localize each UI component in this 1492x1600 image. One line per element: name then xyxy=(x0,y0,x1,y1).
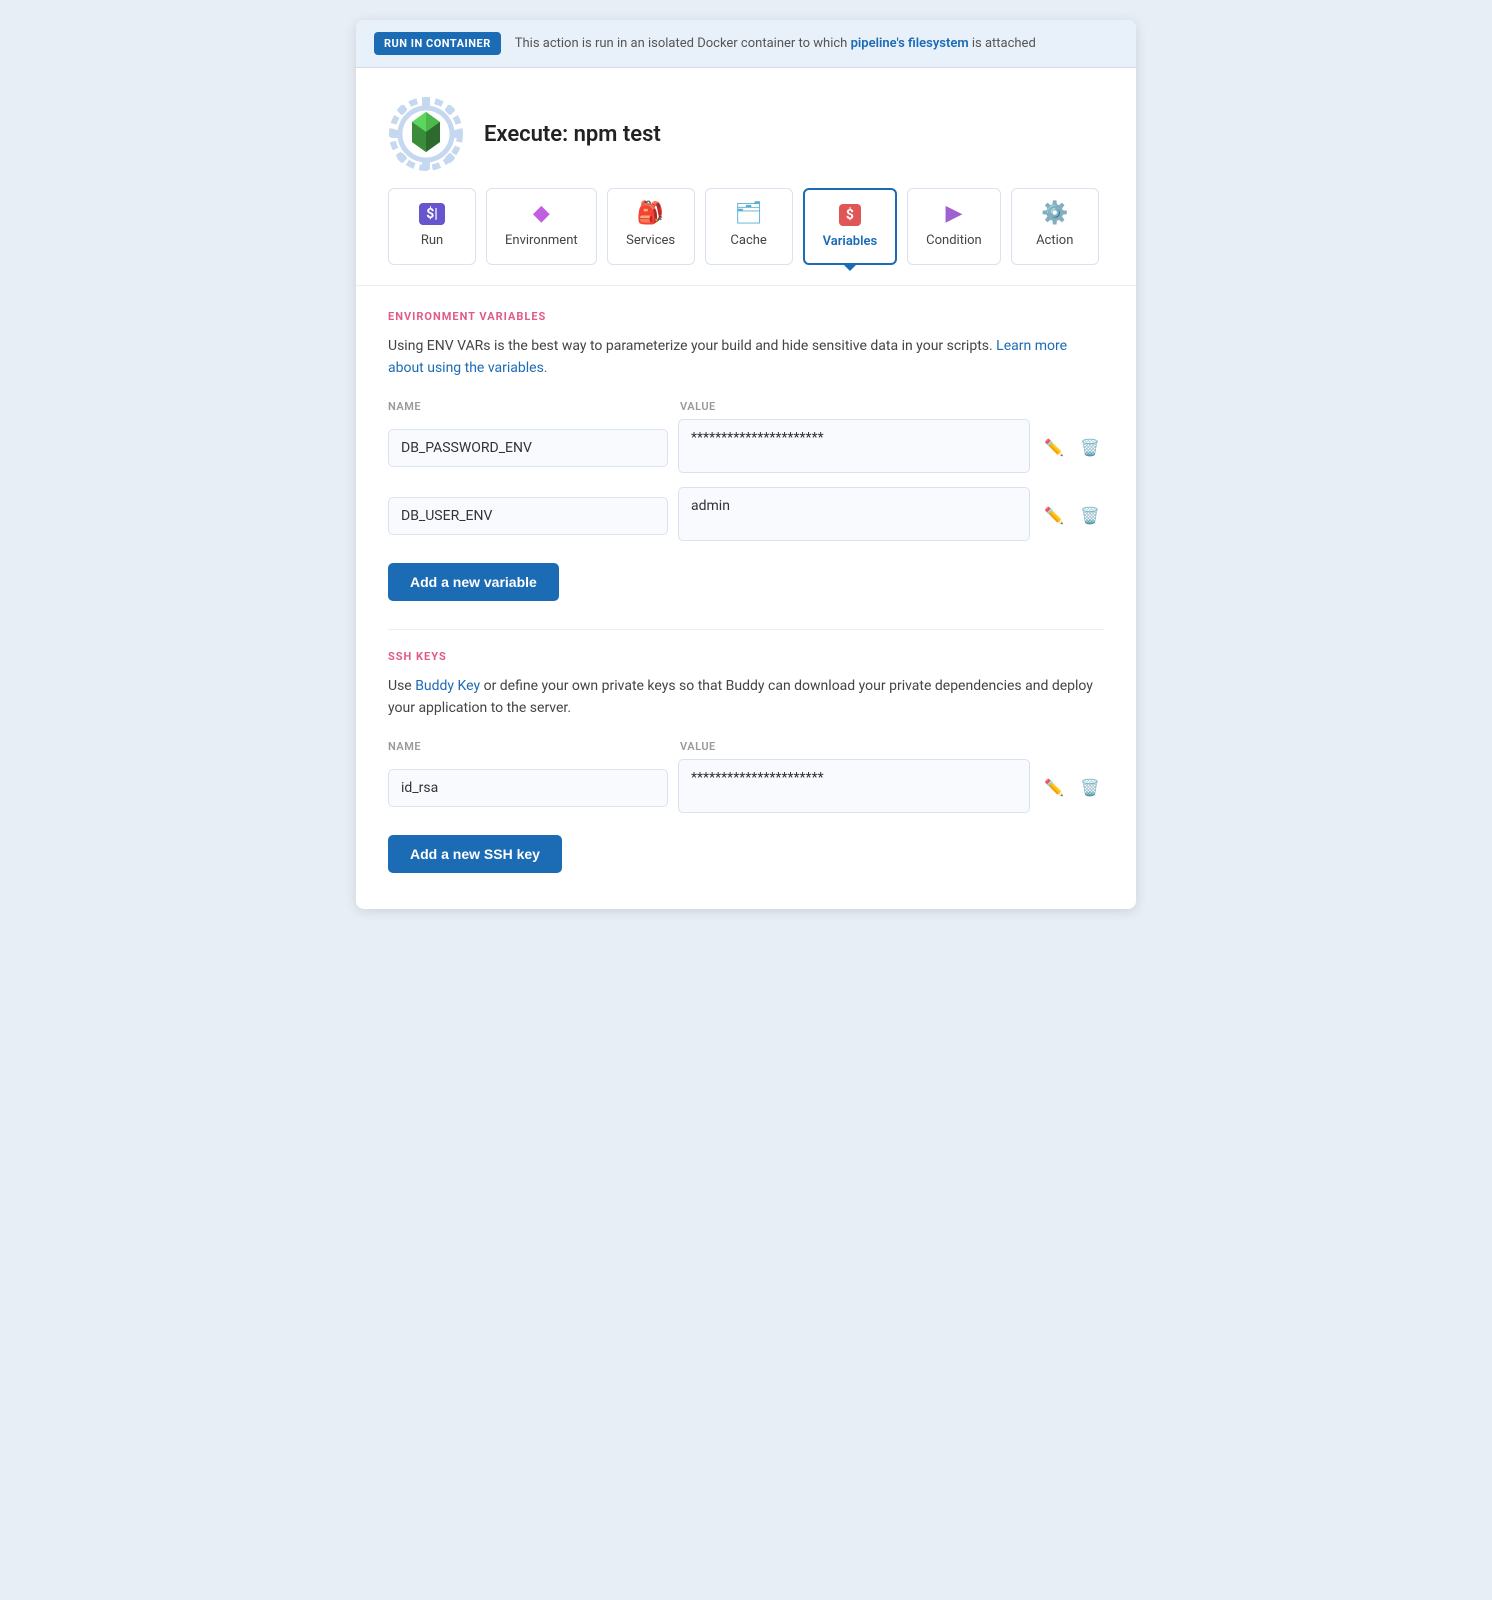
tab-environment-label: Environment xyxy=(505,233,578,248)
env-var-row-2: ✏️ 🗑️ xyxy=(388,487,1104,545)
env-var-name-2[interactable] xyxy=(388,497,668,535)
env-var-value-textarea-2[interactable] xyxy=(678,487,1030,541)
env-var-actions-1: ✏️ 🗑️ xyxy=(1040,436,1104,460)
buddy-key-link[interactable]: Buddy Key xyxy=(415,678,480,694)
tab-bar: $| Run ◆ Environment 🎒 Services 🗂 Cache … xyxy=(356,188,1136,285)
tab-cache-label: Cache xyxy=(730,233,766,248)
services-icon: 🎒 xyxy=(637,203,664,225)
env-var-actions-2: ✏️ 🗑️ xyxy=(1040,504,1104,528)
value-column-header: VALUE xyxy=(680,400,1104,413)
variables-icon: $ xyxy=(839,204,861,226)
ssh-key-value-textarea-1[interactable] xyxy=(678,759,1030,813)
content-area: ENVIRONMENT VARIABLES Using ENV VARs is … xyxy=(356,285,1136,909)
tab-action-label: Action xyxy=(1036,233,1073,248)
ssh-key-delete-button-1[interactable]: 🗑️ xyxy=(1076,776,1104,800)
main-card: RUN IN CONTAINER This action is run in a… xyxy=(356,20,1136,909)
condition-icon: ▶ xyxy=(945,203,962,225)
env-var-name-input-1[interactable] xyxy=(388,429,668,467)
env-vars-description: Using ENV VARs is the best way to parame… xyxy=(388,335,1104,380)
env-vars-header: NAME VALUE xyxy=(388,400,1104,413)
section-divider xyxy=(388,629,1104,630)
ssh-key-actions-1: ✏️ 🗑️ xyxy=(1040,776,1104,800)
card-header: Execute: npm test xyxy=(356,68,1136,188)
env-var-edit-button-1[interactable]: ✏️ xyxy=(1040,436,1068,460)
tab-environment[interactable]: ◆ Environment xyxy=(486,188,597,265)
env-var-row-1: ✏️ 🗑️ xyxy=(388,419,1104,477)
tab-condition[interactable]: ▶ Condition xyxy=(907,188,1001,265)
tab-condition-label: Condition xyxy=(926,233,982,248)
tab-cache[interactable]: 🗂 Cache xyxy=(705,188,793,265)
ssh-key-edit-button-1[interactable]: ✏️ xyxy=(1040,776,1068,800)
action-icon xyxy=(388,96,464,172)
run-in-container-badge: RUN IN CONTAINER xyxy=(374,32,501,55)
env-var-delete-button-1[interactable]: 🗑️ xyxy=(1076,436,1104,460)
run-icon: $| xyxy=(419,203,445,225)
ssh-key-row-1: ✏️ 🗑️ xyxy=(388,759,1104,817)
page-title: Execute: npm test xyxy=(484,122,661,147)
ssh-keys-header: NAME VALUE xyxy=(388,740,1104,753)
banner: RUN IN CONTAINER This action is run in a… xyxy=(356,20,1136,68)
name-column-header: NAME xyxy=(388,400,668,413)
env-var-name-1[interactable] xyxy=(388,429,668,467)
tab-variables[interactable]: $ Variables xyxy=(803,188,898,265)
environment-icon: ◆ xyxy=(533,203,550,225)
add-variable-button[interactable]: Add a new variable xyxy=(388,563,559,601)
pipeline-filesystem-link[interactable]: pipeline's filesystem xyxy=(851,36,969,51)
ssh-value-column-header: VALUE xyxy=(680,740,1104,753)
env-var-value-2[interactable] xyxy=(678,487,1030,545)
ssh-name-column-header: NAME xyxy=(388,740,668,753)
action-tab-icon: ⚙️ xyxy=(1041,203,1068,225)
ssh-key-name-input-1[interactable] xyxy=(388,769,668,807)
banner-description: This action is run in an isolated Docker… xyxy=(515,36,1036,51)
env-var-value-textarea-1[interactable] xyxy=(678,419,1030,473)
tab-action[interactable]: ⚙️ Action xyxy=(1011,188,1099,265)
tab-services-label: Services xyxy=(626,233,675,248)
tab-variables-label: Variables xyxy=(823,234,878,249)
ssh-key-name-1[interactable] xyxy=(388,769,668,807)
cache-icon: 🗂 xyxy=(735,203,763,225)
ssh-keys-section-label: SSH KEYS xyxy=(388,650,1104,663)
ssh-keys-description: Use Buddy Key or define your own private… xyxy=(388,675,1104,720)
env-var-delete-button-2[interactable]: 🗑️ xyxy=(1076,504,1104,528)
env-var-name-input-2[interactable] xyxy=(388,497,668,535)
tab-run-label: Run xyxy=(421,233,443,248)
ssh-key-value-1[interactable] xyxy=(678,759,1030,817)
env-var-value-1[interactable] xyxy=(678,419,1030,477)
add-ssh-key-button[interactable]: Add a new SSH key xyxy=(388,835,562,873)
env-vars-section-label: ENVIRONMENT VARIABLES xyxy=(388,310,1104,323)
env-var-edit-button-2[interactable]: ✏️ xyxy=(1040,504,1068,528)
tab-services[interactable]: 🎒 Services xyxy=(607,188,695,265)
tab-run[interactable]: $| Run xyxy=(388,188,476,265)
